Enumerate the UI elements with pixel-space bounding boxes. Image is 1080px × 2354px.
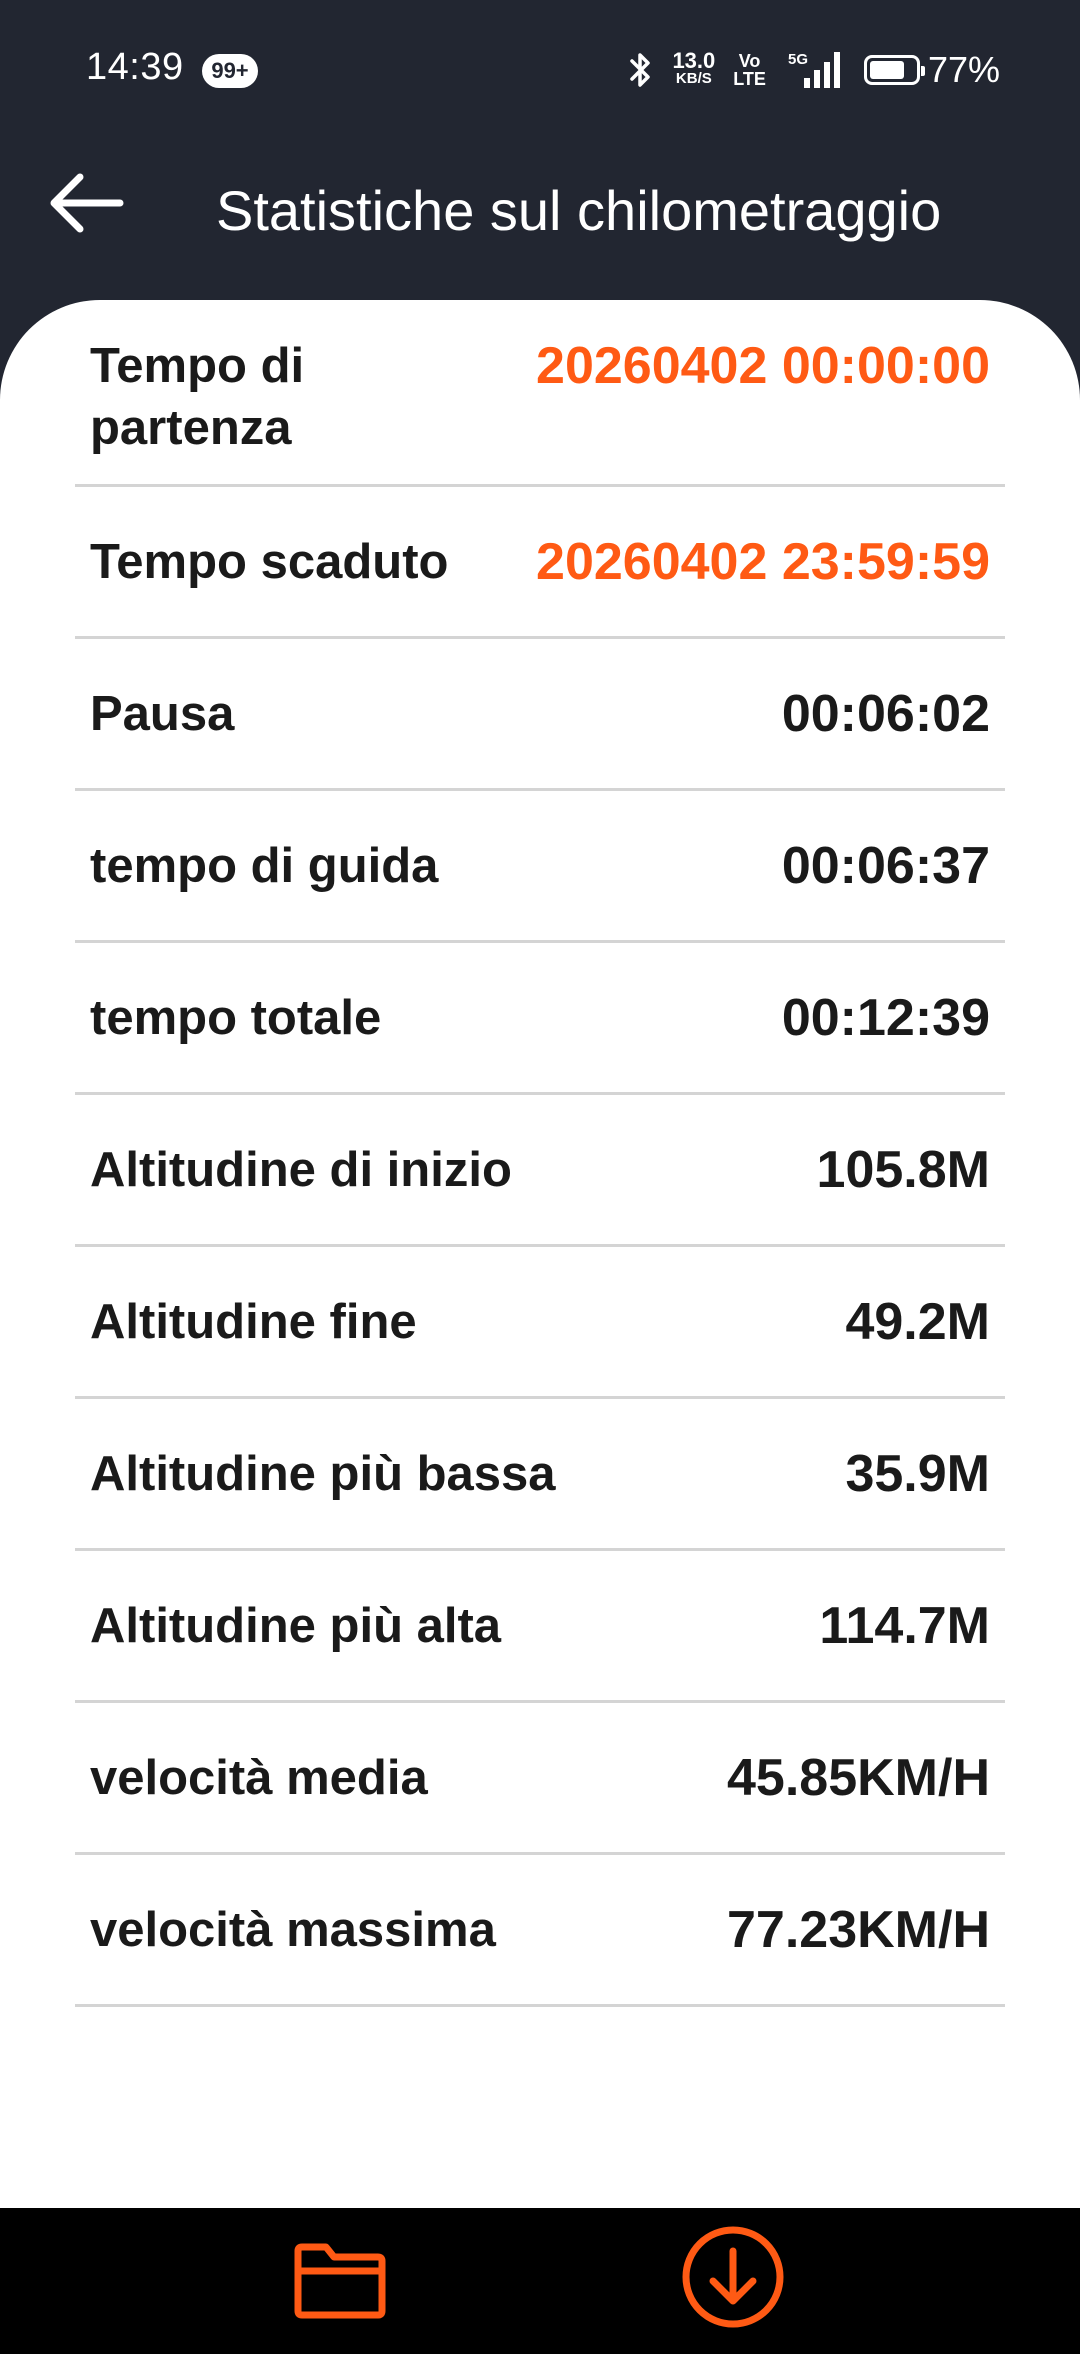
bluetooth-icon — [628, 50, 654, 90]
stat-row: tempo di guida 00:06:37 — [75, 791, 1005, 943]
stat-label: Pausa — [90, 686, 235, 741]
folder-button[interactable] — [288, 2238, 392, 2328]
battery-icon — [863, 55, 925, 85]
stat-label: Altitudine fine — [90, 1294, 417, 1349]
folder-icon — [292, 2241, 388, 2326]
volte-indicator: Vo LTE — [733, 52, 766, 88]
stat-label: tempo di guida — [90, 838, 439, 893]
stat-row: Altitudine più alta 114.7M — [75, 1551, 1005, 1703]
stat-label: Altitudine di inizio — [90, 1142, 512, 1197]
stat-value: 20260402 23:59:59 — [536, 532, 990, 591]
network-speed-value: 13.0 — [672, 48, 716, 73]
download-icon — [681, 2225, 785, 2334]
arrow-left-icon — [46, 171, 124, 240]
download-button[interactable] — [680, 2226, 786, 2332]
status-icons: 13.0 KB/S Vo LTE 5G 77% — [628, 40, 1000, 100]
stat-label: Tempo di partenza — [90, 339, 305, 455]
stat-value: 49.2M — [845, 1292, 990, 1351]
stat-value: 00:12:39 — [781, 988, 990, 1047]
stat-row: tempo totale 00:12:39 — [75, 943, 1005, 1095]
volte-bottom: LTE — [733, 69, 766, 89]
bottom-action-bar — [0, 2208, 1080, 2354]
stat-value: 00:06:37 — [781, 836, 990, 895]
stat-row: Altitudine di inizio 105.8M — [75, 1095, 1005, 1247]
signal-5g-icon: 5G — [784, 48, 846, 92]
stat-row: Tempo di partenza 20260402 00:00:00 — [75, 335, 1005, 487]
stat-value: 35.9M — [845, 1444, 990, 1503]
stat-value: 45.85KM/H — [727, 1748, 990, 1807]
status-bar: 14:39 99+ 13.0 KB/S Vo LTE 5G 77% — [0, 0, 1080, 140]
stat-row: Altitudine più bassa 35.9M — [75, 1399, 1005, 1551]
stat-row: Tempo scaduto 20260402 23:59:59 — [75, 487, 1005, 639]
stats-list: Tempo di partenza 20260402 00:00:00 Tempo … — [75, 337, 1005, 2007]
stat-label: velocità media — [90, 1750, 428, 1805]
stat-label: Tempo scaduto — [90, 534, 449, 589]
stat-label: Altitudine più bassa — [90, 1446, 556, 1501]
app-header: Statistiche sul chilometraggio — [0, 140, 1080, 300]
stat-value: 20260402 00:00:00 — [536, 337, 990, 395]
volte-top: Vo — [738, 51, 761, 71]
stat-row: Altitudine fine 49.2M — [75, 1247, 1005, 1399]
stat-row: velocità media 45.85KM/H — [75, 1703, 1005, 1855]
app-screen: 14:39 99+ 13.0 KB/S Vo LTE 5G 77% Statis… — [0, 0, 1080, 2354]
stat-row: velocità massima 77.23KM/H — [75, 1855, 1005, 2007]
stat-row: Pausa 00:06:02 — [75, 639, 1005, 791]
page-title: Statistiche sul chilometraggio — [216, 179, 942, 242]
stats-card: Tempo di partenza 20260402 00:00:00 Tempo … — [0, 300, 1080, 2208]
stat-label: velocità massima — [90, 1902, 496, 1957]
network-type-label: 5G — [788, 51, 808, 68]
back-button[interactable] — [40, 160, 130, 250]
status-time: 14:39 — [86, 46, 184, 88]
stat-value: 114.7M — [819, 1596, 990, 1655]
battery-percent: 77% — [927, 49, 1000, 90]
stat-value: 105.8M — [816, 1140, 990, 1199]
battery-status: 77% — [863, 49, 1000, 91]
stat-label: tempo totale — [90, 990, 382, 1045]
network-speed-unit: KB/S — [675, 70, 712, 87]
stat-label: Altitudine più alta — [90, 1598, 502, 1653]
network-speed: 13.0 KB/S — [672, 48, 716, 88]
notification-badge: 99+ — [202, 54, 258, 88]
battery-fill — [869, 61, 904, 79]
stat-value: 77.23KM/H — [727, 1900, 990, 1959]
stat-value: 00:06:02 — [781, 684, 990, 743]
